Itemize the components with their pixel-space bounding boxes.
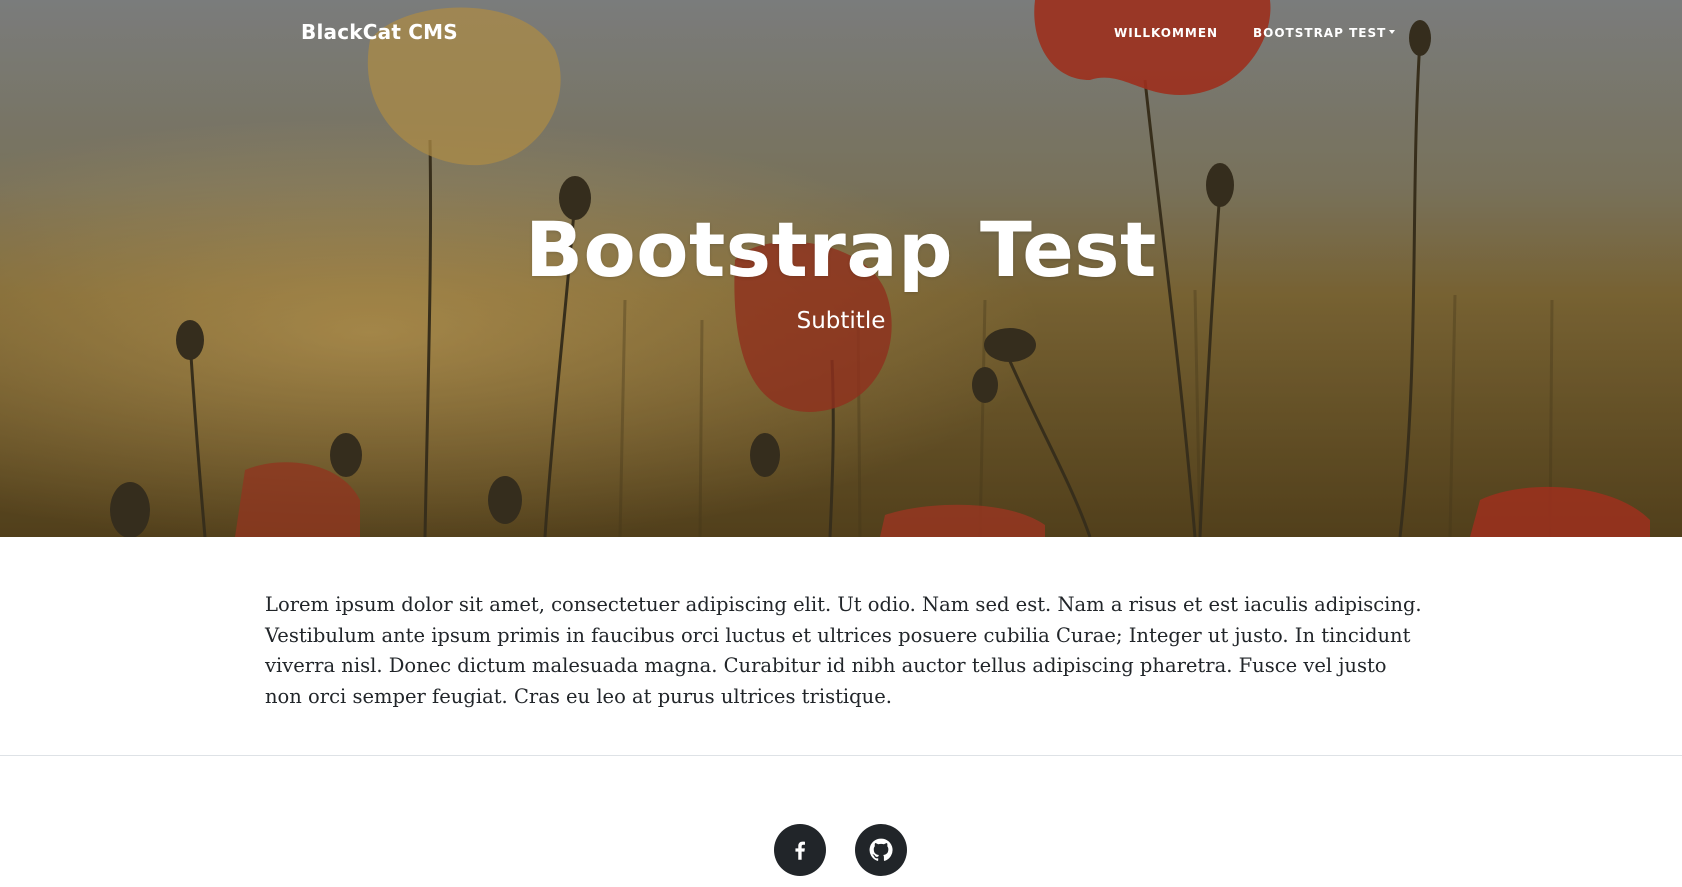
github-icon bbox=[869, 838, 893, 861]
main-navbar: BlackCat CMS WILLKOMMEN BOOTSTRAP TEST bbox=[0, 0, 1682, 68]
nav-item-willkommen[interactable]: WILLKOMMEN bbox=[1114, 26, 1218, 40]
nav-item-bootstrap-test[interactable]: BOOTSTRAP TEST bbox=[1253, 26, 1396, 40]
github-link[interactable] bbox=[855, 824, 907, 876]
nav-item-label: BOOTSTRAP TEST bbox=[1253, 26, 1387, 40]
nav-item-label: WILLKOMMEN bbox=[1114, 26, 1219, 40]
page-subtitle: Subtitle bbox=[796, 308, 886, 334]
page-title: Bootstrap Test bbox=[525, 205, 1157, 294]
content-paragraph: Lorem ipsum dolor sit amet, consectetuer… bbox=[265, 593, 1422, 708]
hero-section: BlackCat CMS WILLKOMMEN BOOTSTRAP TEST B… bbox=[0, 0, 1682, 537]
facebook-link[interactable] bbox=[774, 824, 826, 876]
footer-divider bbox=[0, 755, 1682, 756]
caret-down-icon bbox=[1389, 30, 1396, 34]
facebook-icon bbox=[795, 841, 805, 860]
brand-link[interactable]: BlackCat CMS bbox=[301, 20, 458, 44]
